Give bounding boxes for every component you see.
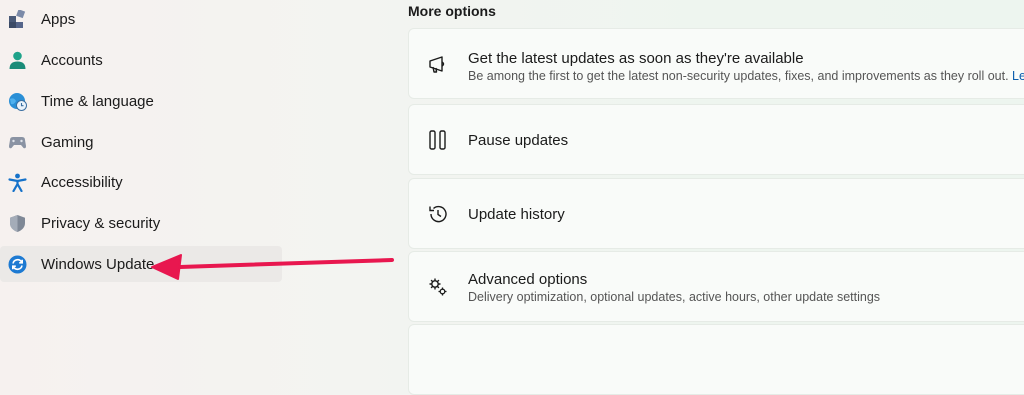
sidebar-item-gaming[interactable]: Gaming — [0, 124, 282, 160]
sidebar-item-label: Apps — [41, 11, 76, 28]
card-title: Get the latest updates as soon as they'r… — [468, 50, 804, 67]
learn-more-link[interactable]: Le — [1012, 69, 1024, 83]
shield-icon — [8, 214, 27, 233]
apps-icon — [8, 10, 27, 29]
gears-icon — [427, 276, 449, 298]
card-update-history[interactable]: Update history — [408, 178, 1024, 249]
card-title: Update history — [468, 206, 565, 223]
card-description: Be among the first to get the latest non… — [468, 69, 1024, 83]
card-title: Pause updates — [468, 132, 569, 149]
sidebar-item-label: Privacy & security — [41, 215, 161, 232]
sidebar-item-windows-update[interactable]: Windows Update — [0, 246, 282, 282]
sidebar-item-apps[interactable]: Apps — [0, 1, 282, 37]
sidebar-item-accessibility[interactable]: Accessibility — [0, 164, 282, 200]
sidebar-item-label: Accessibility — [41, 174, 123, 191]
controller-icon — [8, 133, 27, 152]
globe-clock-icon — [8, 92, 27, 111]
sidebar-nav: Apps Accounts Time & language Gaming Acc… — [0, 0, 290, 332]
card-partial[interactable] — [408, 324, 1024, 395]
pause-icon — [427, 129, 449, 151]
sidebar-item-label: Gaming — [41, 134, 94, 151]
sidebar-item-label: Windows Update — [41, 256, 155, 273]
sidebar-item-label: Time & language — [41, 93, 154, 110]
card-pause-updates[interactable]: Pause updates — [408, 104, 1024, 175]
megaphone-icon — [427, 53, 449, 75]
sync-icon — [8, 255, 27, 274]
sidebar-item-time-language[interactable]: Time & language — [0, 83, 282, 119]
card-title: Advanced options — [468, 271, 588, 288]
section-title: More options — [408, 3, 496, 19]
accessibility-icon — [8, 173, 27, 192]
sidebar-item-label: Accounts — [41, 52, 103, 69]
card-description: Delivery optimization, optional updates,… — [468, 290, 881, 304]
sidebar-item-accounts[interactable]: Accounts — [0, 42, 282, 78]
history-icon — [427, 203, 449, 225]
card-advanced-options[interactable]: Advanced options Delivery optimization, … — [408, 251, 1024, 322]
sidebar-item-privacy-security[interactable]: Privacy & security — [0, 205, 282, 241]
person-icon — [8, 51, 27, 70]
card-latest-updates[interactable]: Get the latest updates as soon as they'r… — [408, 28, 1024, 99]
